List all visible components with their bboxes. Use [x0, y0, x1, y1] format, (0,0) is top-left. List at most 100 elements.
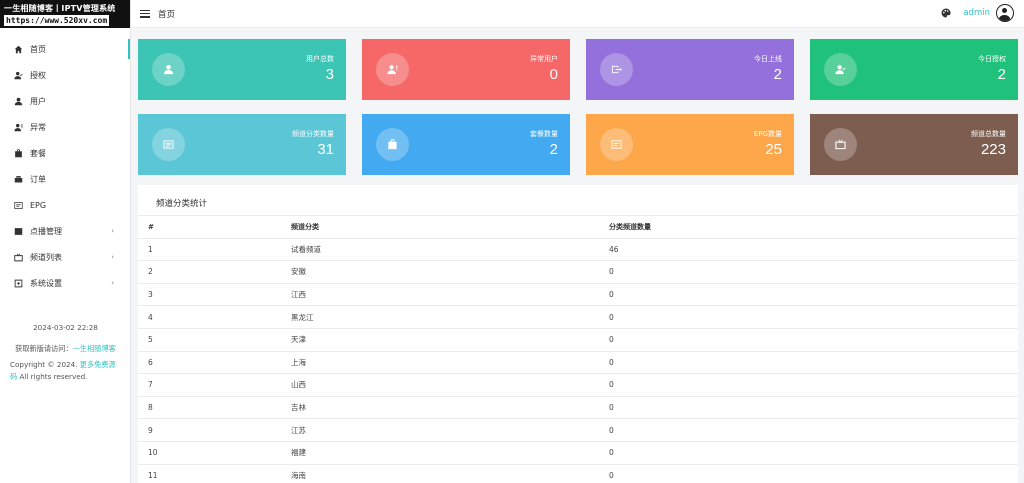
copyright-suffix: All rights reserved.	[17, 372, 88, 381]
stat-card[interactable]: 频道分类数量 31	[138, 114, 346, 175]
sidebar-footer: 2024-03-02 22:28 获取新版请访问：一生相随博客 Copyrigh…	[0, 322, 131, 383]
table-row: 2 安徽 0	[138, 260, 1018, 284]
stat-card[interactable]: EPG数量 25	[586, 114, 794, 175]
channel-category-table: # 频道分类 分类频道数量 1 试看频道 46 2 安徽 0 3 江西 0 4 黑龙江 0 5 天津 0 6 上…	[138, 215, 1018, 483]
copyright-text: Copyright © 2024.	[10, 360, 80, 369]
stat-card-value: 3	[325, 66, 334, 83]
tv-icon	[12, 251, 24, 263]
logo-url: https://www.520xv.com	[4, 15, 110, 26]
stat-card[interactable]: 今日上线 2	[586, 39, 794, 100]
stat-card[interactable]: 频道总数量 223	[810, 114, 1018, 175]
category-cell: 江西	[281, 282, 599, 306]
breadcrumb[interactable]: 首页	[158, 8, 175, 20]
index-cell: 8	[138, 395, 281, 419]
count-cell: 0	[599, 282, 1018, 306]
sidebar-item-label: 套餐	[30, 148, 46, 158]
username[interactable]: admin	[963, 8, 990, 18]
tv-icon	[824, 128, 857, 161]
sidebar-item[interactable]: 异常	[0, 114, 130, 140]
sidebar-item-label: 系统设置	[30, 278, 62, 288]
count-cell: 0	[599, 260, 1018, 284]
column-header-count: 分类频道数量	[599, 215, 1018, 239]
update-tip-text: 获取新版请访问：	[15, 344, 73, 353]
table-header-row: # 频道分类 分类频道数量	[138, 215, 1018, 239]
category-cell: 上海	[281, 350, 599, 374]
stat-card-row: 用户总数 3 异常用户 0 今日上线 2 今日授权 2	[138, 39, 1018, 100]
stat-card[interactable]: 异常用户 0	[362, 39, 570, 100]
stat-card-value: 2	[997, 66, 1006, 83]
sidebar-item[interactable]: 系统设置 ›	[0, 270, 130, 296]
avatar[interactable]	[996, 4, 1014, 22]
user-icon	[12, 95, 24, 107]
table-row: 11 海南 0	[138, 463, 1018, 483]
stat-card-label: 频道总数量	[971, 130, 1006, 138]
user-check-icon	[824, 53, 857, 86]
palette-icon[interactable]	[941, 8, 951, 18]
user-alert-icon	[376, 53, 409, 86]
list-icon	[152, 128, 185, 161]
stat-card-label: EPG数量	[753, 130, 782, 138]
column-header-category: 频道分类	[281, 215, 599, 239]
count-cell: 46	[599, 237, 1018, 261]
update-tip: 获取新版请访问：一生相随博客	[10, 343, 121, 355]
stat-card[interactable]: 今日授权 2	[810, 39, 1018, 100]
bag-icon	[376, 128, 409, 161]
stat-card-row: 频道分类数量 31 套餐数量 2 EPG数量 25 频道总数量 223	[138, 114, 1018, 175]
bag-icon	[12, 147, 24, 159]
settings-icon	[12, 277, 24, 289]
stat-card-label: 今日授权	[978, 55, 1006, 63]
table-row: 5 天津 0	[138, 327, 1018, 352]
image-icon	[12, 225, 24, 237]
sidebar-item[interactable]: 订单	[0, 166, 130, 192]
index-cell: 2	[138, 260, 281, 284]
sidebar-item-label: 首页	[30, 44, 46, 54]
sidebar-item[interactable]: 授权	[0, 62, 130, 88]
index-cell: 7	[138, 373, 281, 397]
sidebar-item[interactable]: 首页	[0, 36, 130, 62]
category-cell: 山西	[281, 373, 599, 397]
user-check-icon	[12, 69, 24, 81]
count-cell: 0	[599, 373, 1018, 397]
logo-title: 一生相随博客丨IPTV管理系统	[4, 4, 116, 13]
count-cell: 0	[599, 305, 1018, 329]
menu-toggle-icon[interactable]	[140, 9, 150, 18]
stat-card[interactable]: 用户总数 3	[138, 39, 346, 100]
stat-cards: 用户总数 3 异常用户 0 今日上线 2 今日授权 2 频道分类数量 31 套餐数量 2 EPG数量 2…	[138, 39, 1018, 189]
table-row: 3 江西 0	[138, 282, 1018, 306]
count-cell: 0	[599, 440, 1018, 465]
sidebar: 一生相随博客丨IPTV管理系统 https://www.520xv.com 首页…	[0, 0, 131, 483]
category-cell: 安徽	[281, 260, 599, 284]
category-cell: 江苏	[281, 418, 599, 442]
stat-card-value: 2	[773, 66, 782, 83]
stat-card-label: 套餐数量	[530, 130, 558, 138]
chevron-right-icon: ›	[111, 253, 114, 261]
user-icon	[152, 53, 185, 86]
copyright: Copyright © 2024. 更多免费源码 All rights rese…	[10, 359, 121, 383]
sidebar-item[interactable]: 频道列表 ›	[0, 244, 130, 270]
column-header-index: #	[138, 215, 281, 239]
table-row: 4 黑龙江 0	[138, 305, 1018, 329]
stat-card-label: 今日上线	[754, 55, 782, 63]
login-icon	[600, 53, 633, 86]
stat-card-label: 频道分类数量	[292, 130, 334, 138]
category-cell: 海南	[281, 463, 599, 483]
user-alert-icon	[12, 121, 24, 133]
cart-icon	[12, 173, 24, 185]
category-cell: 试看频道	[281, 237, 599, 261]
count-cell: 0	[599, 327, 1018, 352]
blog-link[interactable]: 一生相随博客	[73, 344, 116, 353]
sidebar-item[interactable]: 用户	[0, 88, 130, 114]
sidebar-menu: 首页 授权 用户 异常 套餐 订单 EPG 点播管理 › 频道列表 › 系统设置 ›	[0, 36, 130, 296]
sidebar-item[interactable]: EPG	[0, 192, 130, 218]
table-row: 8 吉林 0	[138, 395, 1018, 419]
count-cell: 0	[599, 463, 1018, 483]
sidebar-item[interactable]: 套餐	[0, 140, 130, 166]
top-bar: 首页 admin	[131, 0, 1024, 28]
stat-card[interactable]: 套餐数量 2	[362, 114, 570, 175]
index-cell: 3	[138, 282, 281, 306]
sidebar-item[interactable]: 点播管理 ›	[0, 218, 130, 244]
logo[interactable]: 一生相随博客丨IPTV管理系统 https://www.520xv.com	[0, 0, 130, 28]
epg-icon	[12, 199, 24, 211]
index-cell: 10	[138, 440, 281, 465]
index-cell: 1	[138, 237, 281, 261]
